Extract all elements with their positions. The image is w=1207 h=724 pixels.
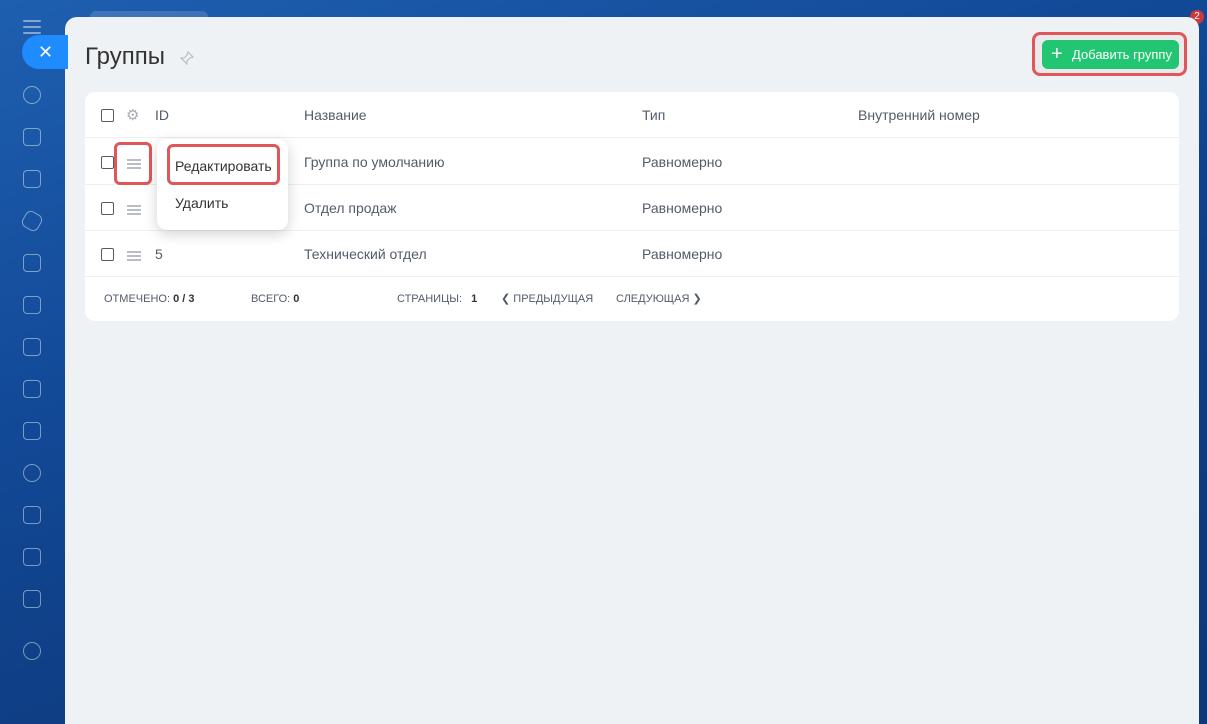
sidebar-presentation-icon[interactable] [23,338,41,356]
row-menu-icon[interactable] [127,205,141,215]
select-all-checkbox[interactable] [101,109,114,122]
page-title: Группы [85,43,165,70]
row-name[interactable]: Отдел продаж [304,185,397,231]
plus-icon: + [1051,43,1063,65]
row-menu-icon[interactable] [127,251,141,261]
sidebar-inbox-icon[interactable] [23,380,41,398]
table-header: ⚙ ID Название Тип Внутренний номер [85,92,1179,138]
sidebar-store-icon[interactable] [23,590,41,608]
row-type: Равномерно [642,200,723,216]
next-page-button[interactable]: СЛЕДУЮЩАЯ ❯ [616,278,702,321]
column-internal-number[interactable]: Внутренний номер [858,92,980,138]
row-type: Равномерно [642,246,723,262]
total-count: ВСЕГО: 0 [251,278,299,321]
slider-panel: Группы + Добавить группу ⚙ ID Название Т… [65,17,1199,724]
sidebar-calendar-icon[interactable] [23,254,41,272]
marked-count: ОТМЕЧЕНО: 0 / 3 [104,278,194,321]
sidebar-file-icon[interactable] [23,296,41,314]
row-checkbox[interactable] [101,156,114,169]
pages-value[interactable]: 1 [471,293,477,305]
marked-value: 0 / 3 [173,293,195,305]
chevron-right-icon: ❯ [692,293,702,305]
sidebar-chat-icon[interactable] [23,128,41,146]
sidebar-tasks-icon[interactable] [23,506,41,524]
prev-label: ПРЕДЫДУЩАЯ [513,293,594,305]
marked-label: ОТМЕЧЕНО: [104,293,170,305]
prev-page-button[interactable]: ❮ ПРЕДЫДУЩАЯ [501,278,593,321]
add-group-label: Добавить группу [1072,47,1172,62]
gear-icon[interactable]: ⚙ [126,106,139,124]
column-id[interactable]: ID [155,92,169,138]
sidebar-table-icon[interactable] [23,548,41,566]
row-id: 5 [155,246,163,262]
left-sidebar [0,0,65,724]
sidebar-contacts-icon[interactable] [23,464,41,482]
row-name[interactable]: Технический отдел [304,231,427,277]
add-group-button[interactable]: + Добавить группу [1042,40,1179,69]
chevron-left-icon: ❮ [501,293,511,305]
column-name[interactable]: Название [304,92,367,138]
total-value[interactable]: 0 [293,293,299,305]
row-menu-highlight [114,142,152,185]
total-label: ВСЕГО: [251,293,291,305]
next-label: СЛЕДУЮЩАЯ [616,293,690,305]
row-name[interactable]: Группа по умолчанию [304,139,444,185]
menu-item-delete[interactable]: Удалить [175,195,228,211]
table-footer: ОТМЕЧЕНО: 0 / 3 ВСЕГО: 0 СТРАНИЦЫ: 1 ❮ П… [85,278,1179,321]
column-type[interactable]: Тип [642,92,665,138]
sidebar-hex-icon[interactable] [19,208,45,234]
table-row: 5 Технический отдел Равномерно [85,231,1179,277]
sidebar-mail-icon[interactable] [23,422,41,440]
pin-icon[interactable] [180,51,194,65]
edit-item-highlight [167,144,280,185]
pages: СТРАНИЦЫ: 1 [397,278,477,321]
close-icon[interactable]: ✕ [22,35,68,69]
pages-label: СТРАНИЦЫ: [397,293,463,305]
menu-icon[interactable] [23,20,41,34]
row-checkbox[interactable] [101,202,114,215]
sidebar-robot-icon[interactable] [23,86,41,104]
row-type: Равномерно [642,154,723,170]
sidebar-settings-icon[interactable] [23,642,41,660]
sidebar-document-icon[interactable] [23,170,41,188]
row-checkbox[interactable] [101,248,114,261]
